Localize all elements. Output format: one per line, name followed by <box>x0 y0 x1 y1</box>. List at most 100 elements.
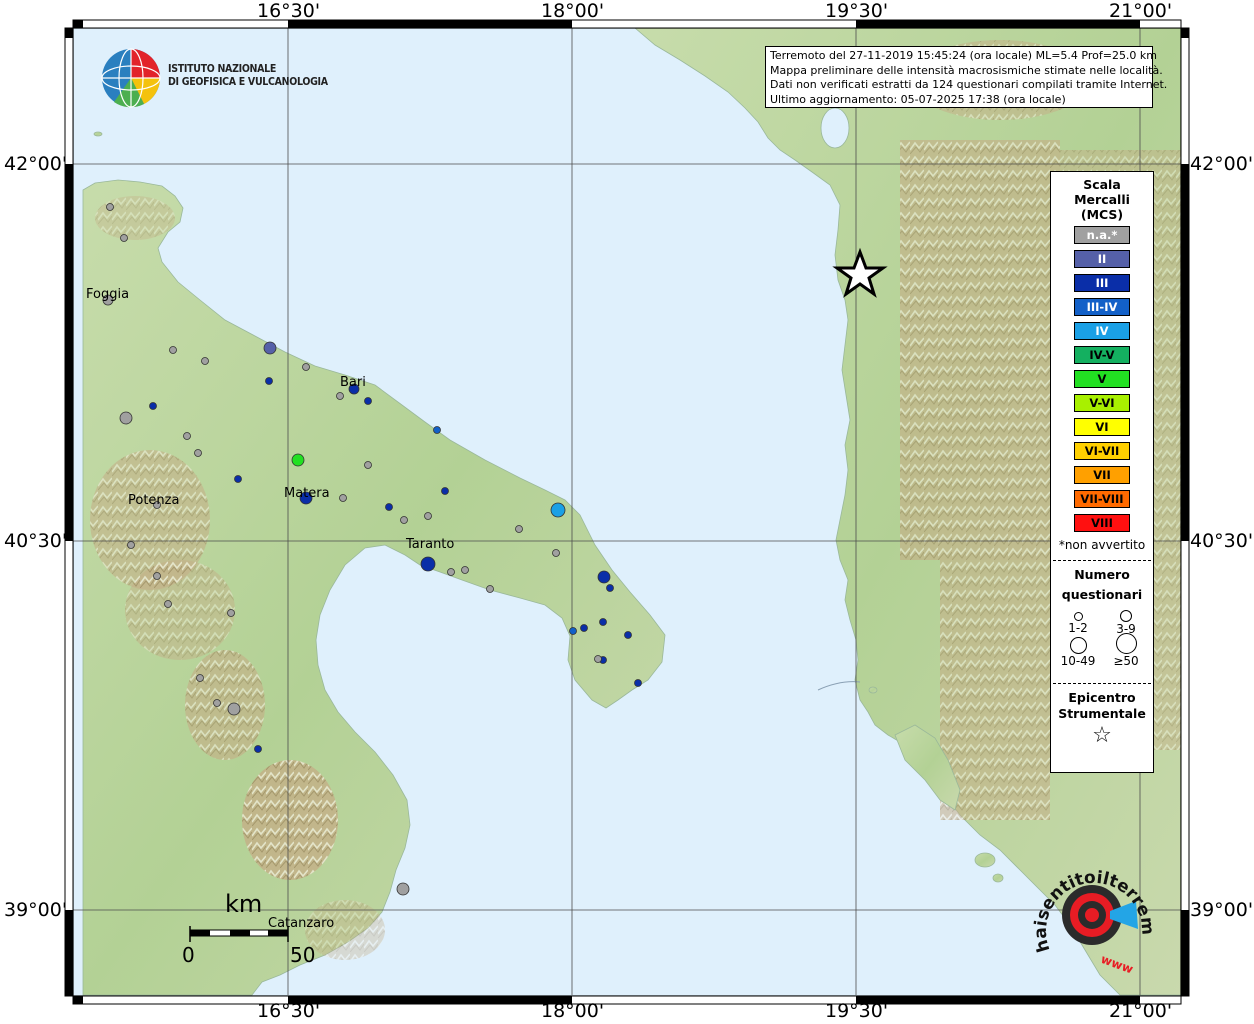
intensity-point[interactable] <box>263 341 277 355</box>
intensity-point[interactable] <box>569 627 577 635</box>
ingv-name-line1: ISTITUTO NAZIONALE <box>168 63 277 75</box>
left-tick-3: 39°00' <box>4 899 68 921</box>
bottom-tick-1: 16°30' <box>257 1000 321 1022</box>
size-circle-small-icon <box>1073 612 1083 621</box>
intensity-point[interactable] <box>597 570 611 584</box>
mcs-scale-item: VIII <box>1074 514 1130 532</box>
size-item-1: 1-2 <box>1055 607 1101 635</box>
event-info-box: Terremoto del 27-11-2019 15:45:24 (ora l… <box>765 46 1168 108</box>
intensity-point[interactable] <box>400 516 408 524</box>
intensity-point[interactable] <box>461 566 469 574</box>
intensity-point[interactable] <box>119 411 133 425</box>
right-tick-3: 39°00' <box>1190 899 1254 921</box>
intensity-point[interactable] <box>420 556 436 572</box>
intensity-point[interactable] <box>624 631 632 639</box>
mcs-scale-item: n.a.* <box>1074 226 1130 244</box>
sentito-url-text: www <box>1099 952 1135 975</box>
event-info-line3: Dati non verificati estratti da 124 ques… <box>770 78 1168 91</box>
city-label-taranto: Taranto <box>406 537 455 552</box>
top-tick-4: 21°00' <box>1109 0 1173 22</box>
intensity-point[interactable] <box>194 449 202 457</box>
legend-divider <box>1053 560 1151 561</box>
left-tick-1: 42°00' <box>4 153 68 175</box>
intensity-point[interactable] <box>599 618 607 626</box>
intensity-point[interactable] <box>594 655 602 663</box>
intensity-point[interactable] <box>580 624 588 632</box>
epicenter-title: Epicentro <box>1068 690 1136 705</box>
ingv-name: ISTITUTO NAZIONALE DI GEOFISICA E VULCAN… <box>168 63 328 89</box>
mcs-legend: Scala Mercalli (MCS) n.a.* II III III-IV IV I… <box>1050 171 1154 773</box>
intensity-point[interactable] <box>196 674 204 682</box>
intensity-point[interactable] <box>550 502 566 518</box>
intensity-point[interactable] <box>552 549 560 557</box>
scale-bar-unit: km <box>225 890 263 918</box>
city-label-bari: Bari <box>340 375 366 390</box>
intensity-point[interactable] <box>127 541 135 549</box>
intensity-point[interactable] <box>169 346 177 354</box>
intensity-point[interactable] <box>447 568 455 576</box>
intensity-point[interactable] <box>606 584 614 592</box>
intensity-point[interactable] <box>153 572 161 580</box>
top-tick-1: 16°30' <box>257 0 321 22</box>
mcs-scale-item: IV <box>1074 322 1130 340</box>
intensity-point[interactable] <box>364 461 372 469</box>
mcs-scale-item: VII-VIII <box>1074 490 1130 508</box>
mcs-scale-item: V-VI <box>1074 394 1130 412</box>
top-tick-2: 18°00' <box>541 0 605 22</box>
intensity-point[interactable] <box>424 512 432 520</box>
intensity-point[interactable] <box>396 882 410 896</box>
mcs-scale-item: III <box>1074 274 1130 292</box>
size-label-3: 10-49 <box>1060 654 1096 668</box>
intensity-point[interactable] <box>149 402 157 410</box>
intensity-point[interactable] <box>364 397 372 405</box>
city-label-foggia: Foggia <box>86 287 130 302</box>
legend-note: *non avvertito <box>1058 538 1146 552</box>
intensity-point[interactable] <box>441 487 449 495</box>
legend-title: Scala Mercalli (MCS) <box>1074 177 1130 222</box>
mcs-scale-item: II <box>1074 250 1130 268</box>
intensity-point[interactable] <box>486 585 494 593</box>
scale-bar-fifty: 50 <box>290 943 316 967</box>
intensity-point[interactable] <box>339 494 347 502</box>
intensity-point[interactable] <box>433 426 441 434</box>
intensity-point[interactable] <box>227 609 235 617</box>
intensity-point[interactable] <box>183 432 191 440</box>
intensity-point[interactable] <box>213 699 221 707</box>
city-label-catanzaro: Catanzaro <box>268 916 335 931</box>
mcs-scale-item: VII <box>1074 466 1130 484</box>
count-title-2: questionari <box>1061 587 1143 602</box>
mcs-scale-item: IV-V <box>1074 346 1130 364</box>
intensity-point[interactable] <box>515 525 523 533</box>
size-label-1: 1-2 <box>1068 621 1088 635</box>
intensity-point[interactable] <box>336 392 344 400</box>
size-label-4: ≥50 <box>1113 654 1139 668</box>
event-info-line2: Mappa preliminare delle intensità macros… <box>770 63 1163 77</box>
intensity-point[interactable] <box>302 363 310 371</box>
intensity-point[interactable] <box>201 357 209 365</box>
intensity-point[interactable] <box>164 600 172 608</box>
intensity-point[interactable] <box>634 679 642 687</box>
mcs-scale-item: VI-VII <box>1074 442 1130 460</box>
scale-bar-zero: 0 <box>182 943 195 967</box>
epicenter-star-icon: ☆ <box>1092 723 1112 748</box>
city-label-matera: Matera <box>284 486 330 501</box>
intensity-point[interactable] <box>291 453 305 467</box>
sentito-logo[interactable]: haisentitoilterremoto.it www <box>1030 855 1170 975</box>
bottom-tick-4: 21°00' <box>1109 1000 1173 1022</box>
mcs-scale-item: V <box>1074 370 1130 388</box>
size-circle-medium-icon <box>1120 610 1132 622</box>
mcs-scale-item: III-IV <box>1074 298 1130 316</box>
intensity-point[interactable] <box>227 702 241 716</box>
intensity-point[interactable] <box>385 503 393 511</box>
top-tick-3: 19°30' <box>825 0 889 22</box>
intensity-point[interactable] <box>120 234 128 242</box>
intensity-point[interactable] <box>254 745 262 753</box>
intensity-point[interactable] <box>265 377 273 385</box>
mcs-scale-list: n.a.* II III III-IV IV IV-V V V-VI VI VI-VII VII VI… <box>1051 226 1153 532</box>
intensity-point[interactable] <box>106 203 114 211</box>
event-info-line4: Ultimo aggiornamento: 05-07-2025 17:38 (… <box>770 92 1066 106</box>
event-info-line1: Terremoto del 27-11-2019 15:45:24 (ora l… <box>770 49 1158 62</box>
size-legend: 1-2 3-9 10-49 ≥50 <box>1051 605 1153 675</box>
intensity-point[interactable] <box>234 475 242 483</box>
count-title: Numero <box>1074 567 1130 582</box>
